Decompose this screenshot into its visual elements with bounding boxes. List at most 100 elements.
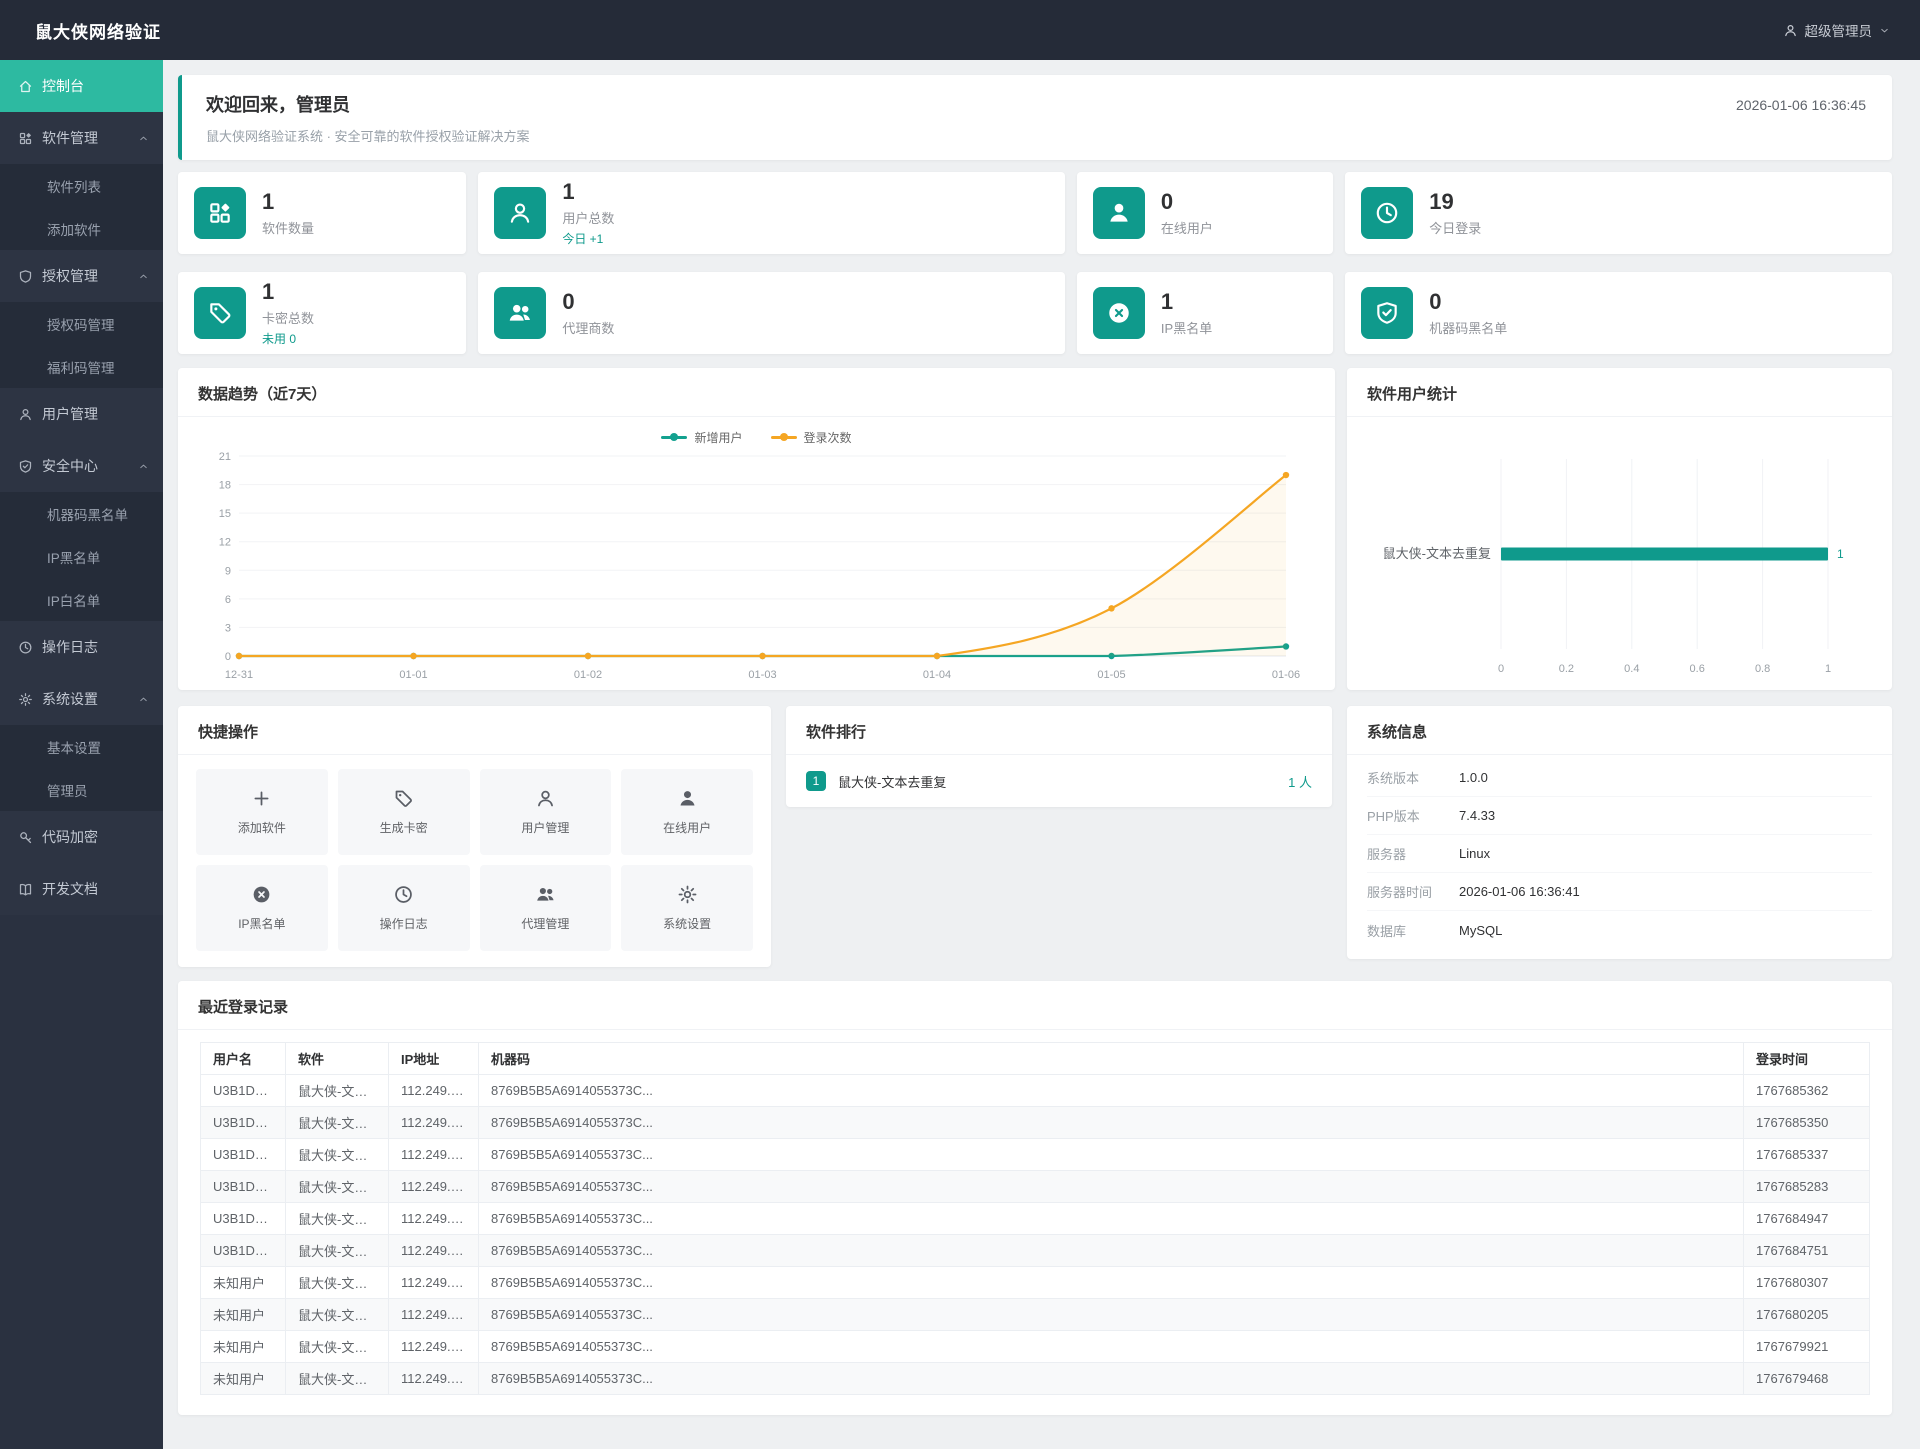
system-info-value: 1.0.0 [1459, 770, 1488, 785]
sidebar-subitem[interactable]: 福利码管理 [0, 345, 163, 388]
sidebar-item-license[interactable]: 授权管理 [0, 250, 163, 302]
table-row[interactable]: U3B1D1CB8D7鼠大侠-文本去重复112.249.155.1868769B… [200, 1170, 1870, 1203]
clock-icon [395, 886, 412, 903]
stat-card[interactable]: 1 卡密总数 未用 0 [178, 272, 467, 354]
table-cell: 1767680205 [1743, 1298, 1870, 1331]
quick-action-系统设置[interactable]: 系统设置 [621, 865, 753, 951]
quick-action-添加软件[interactable]: 添加软件 [196, 769, 328, 855]
table-row[interactable]: U3B1D1CB8D7鼠大侠-文本去重复112.249.155.1868769B… [200, 1074, 1870, 1107]
stat-label: 软件数量 [262, 220, 315, 236]
table-row[interactable]: U3B1D1CB8D7鼠大侠-文本去重复112.249.155.1868769B… [200, 1106, 1870, 1139]
top-header: 鼠大侠网络验证 超级管理员 [0, 0, 1920, 60]
home-icon [18, 79, 33, 94]
svg-text:鼠大侠-文本去重复: 鼠大侠-文本去重复 [1383, 546, 1491, 561]
quick-action-在线用户[interactable]: 在线用户 [621, 769, 753, 855]
table-cell: 112.249.155.186 [388, 1330, 479, 1363]
table-row[interactable]: 未知用户鼠大侠-文本去重复112.249.155.1868769B5B5A691… [200, 1266, 1870, 1299]
trend-chart-title: 数据趋势（近7天） [178, 368, 1335, 417]
sidebar-subitem[interactable]: IP白名单 [0, 578, 163, 621]
shield-icon [18, 269, 33, 284]
chevron-up-icon [138, 461, 149, 472]
svg-text:0: 0 [1498, 663, 1504, 675]
quick-action-代理管理[interactable]: 代理管理 [479, 865, 612, 951]
ranking-row[interactable]: 1 鼠大侠-文本去重复 1 人 [786, 755, 1332, 807]
app-title: 鼠大侠网络验证 [35, 22, 161, 42]
table-cell: 1767685362 [1743, 1074, 1870, 1107]
user-solid-icon [677, 788, 698, 809]
table-row[interactable]: U3B1D1CB8D7鼠大侠-文本去重复112.249.155.1868769B… [200, 1202, 1870, 1235]
svg-text:21: 21 [219, 451, 231, 463]
sidebar-subitem[interactable]: 机器码黑名单 [0, 492, 163, 535]
sidebar-item-dashboard[interactable]: 控制台 [0, 60, 163, 112]
stat-card[interactable]: 1 软件数量 [178, 172, 467, 254]
legend-item-新增用户[interactable]: 新增用户 [661, 429, 743, 446]
quick-action-生成卡密[interactable]: 生成卡密 [337, 769, 470, 855]
stat-card-text: 0 代理商数 [562, 289, 614, 336]
stat-card[interactable]: 0 在线用户 [1076, 172, 1334, 254]
user-menu-label: 超级管理员 [1804, 24, 1873, 39]
sidebar-item-security[interactable]: 安全中心 [0, 440, 163, 492]
sidebar-subitem[interactable]: IP黑名单 [0, 535, 163, 578]
sidebar-subitem[interactable]: 管理员 [0, 768, 163, 811]
table-cell: 8769B5B5A6914055373C... [478, 1330, 1744, 1363]
column-header: 机器码 [478, 1042, 1744, 1075]
user-outline-icon [1784, 24, 1796, 36]
table-cell: 1767679468 [1743, 1362, 1870, 1395]
sidebar-item-docs[interactable]: 开发文档 [0, 863, 163, 915]
book-icon [18, 882, 33, 897]
table-row[interactable]: 未知用户鼠大侠-文本去重复112.249.155.1868769B5B5A691… [200, 1362, 1870, 1395]
table-row[interactable]: 未知用户鼠大侠-文本去重复112.249.155.1868769B5B5A691… [200, 1298, 1870, 1331]
table-row[interactable]: 未知用户鼠大侠-文本去重复112.249.155.1868769B5B5A691… [200, 1330, 1870, 1363]
chart-legend: 新增用户 登录次数 [178, 429, 1335, 446]
stat-card[interactable]: 1 IP黑名单 [1076, 272, 1334, 354]
table-cell: 8769B5B5A6914055373C... [478, 1362, 1744, 1395]
sidebar-item-logs[interactable]: 操作日志 [0, 621, 163, 673]
sidebar-item-label: 操作日志 [42, 639, 98, 655]
svg-text:1: 1 [1837, 547, 1844, 561]
sidebar-item-encrypt[interactable]: 代码加密 [0, 811, 163, 863]
table-cell: 未知用户 [200, 1330, 286, 1363]
users-icon [535, 884, 556, 905]
stat-card[interactable]: 1 用户总数 今日 +1 [478, 172, 1065, 254]
software-ranking-list: 1 鼠大侠-文本去重复 1 人 [786, 755, 1332, 807]
clock-icon [1361, 187, 1414, 239]
quick-action-用户管理[interactable]: 用户管理 [479, 769, 612, 855]
sidebar-item-software[interactable]: 软件管理 [0, 112, 163, 164]
table-row[interactable]: U3B1D1CB8D7鼠大侠-文本去重复112.249.155.1868769B… [200, 1138, 1870, 1171]
sidebar-subitem[interactable]: 软件列表 [0, 164, 163, 207]
table-cell: 鼠大侠-文本去重复 [285, 1330, 389, 1363]
stat-value: 0 [1160, 189, 1174, 215]
stat-card[interactable]: 0 机器码黑名单 [1345, 272, 1892, 354]
sidebar-item-users[interactable]: 用户管理 [0, 388, 163, 440]
system-info-label: 服务器时间 [1367, 885, 1433, 900]
sidebar-subitem[interactable]: 添加软件 [0, 207, 163, 250]
apps-icon [18, 131, 33, 146]
plus-icon [251, 788, 272, 809]
table-cell: 112.249.155.186 [388, 1202, 479, 1235]
apps-icon [194, 187, 246, 239]
user-menu[interactable]: 超级管理员 [1783, 20, 1920, 40]
legend-item-登录次数[interactable]: 登录次数 [770, 429, 852, 446]
stat-sublabel: 未用 0 [262, 331, 297, 346]
sidebar-subitem[interactable]: 基本设置 [0, 725, 163, 768]
quick-action-操作日志[interactable]: 操作日志 [337, 865, 470, 951]
apps-icon [210, 203, 230, 223]
software-users-chart: 0 0.2 0.4 0.6 0.8 1 鼠大侠-文本去重复 1 [1347, 445, 1892, 683]
system-info-rows: 系统版本 1.0.0 PHP版本 7.4.33 服务器 Linux 服务器时间 2026-01… [1347, 755, 1892, 959]
stat-card-text: 1 IP黑名单 [1161, 289, 1212, 336]
svg-text:3: 3 [225, 622, 231, 634]
sidebar-subitem[interactable]: 授权码管理 [0, 302, 163, 345]
svg-text:0.6: 0.6 [1690, 663, 1705, 675]
stat-card[interactable]: 19 今日登录 [1345, 172, 1892, 254]
stat-label: IP黑名单 [1160, 320, 1213, 336]
table-cell: 鼠大侠-文本去重复 [285, 1074, 389, 1107]
quick-action-IP黑名单[interactable]: IP黑名单 [196, 865, 328, 951]
stat-card[interactable]: 0 代理商数 [478, 272, 1065, 354]
welcome-subtitle: 鼠大侠网络验证系统 · 安全可靠的软件授权验证解决方案 [206, 129, 530, 144]
table-row[interactable]: U3B1D1CB8D7鼠大侠-文本去重复112.249.155.1868769B… [200, 1234, 1870, 1267]
middle-row: 快捷操作 添加软件 生成卡密 用户管理 在线用户 IP黑名单 操作日志 代理管理 系统设置 软… [178, 706, 1892, 967]
sidebar-item-label: 控制台 [42, 78, 84, 94]
sidebar-item-settings[interactable]: 系统设置 [0, 673, 163, 725]
gear-icon [19, 692, 32, 706]
sidebar-item-label: 系统设置 [42, 691, 98, 707]
